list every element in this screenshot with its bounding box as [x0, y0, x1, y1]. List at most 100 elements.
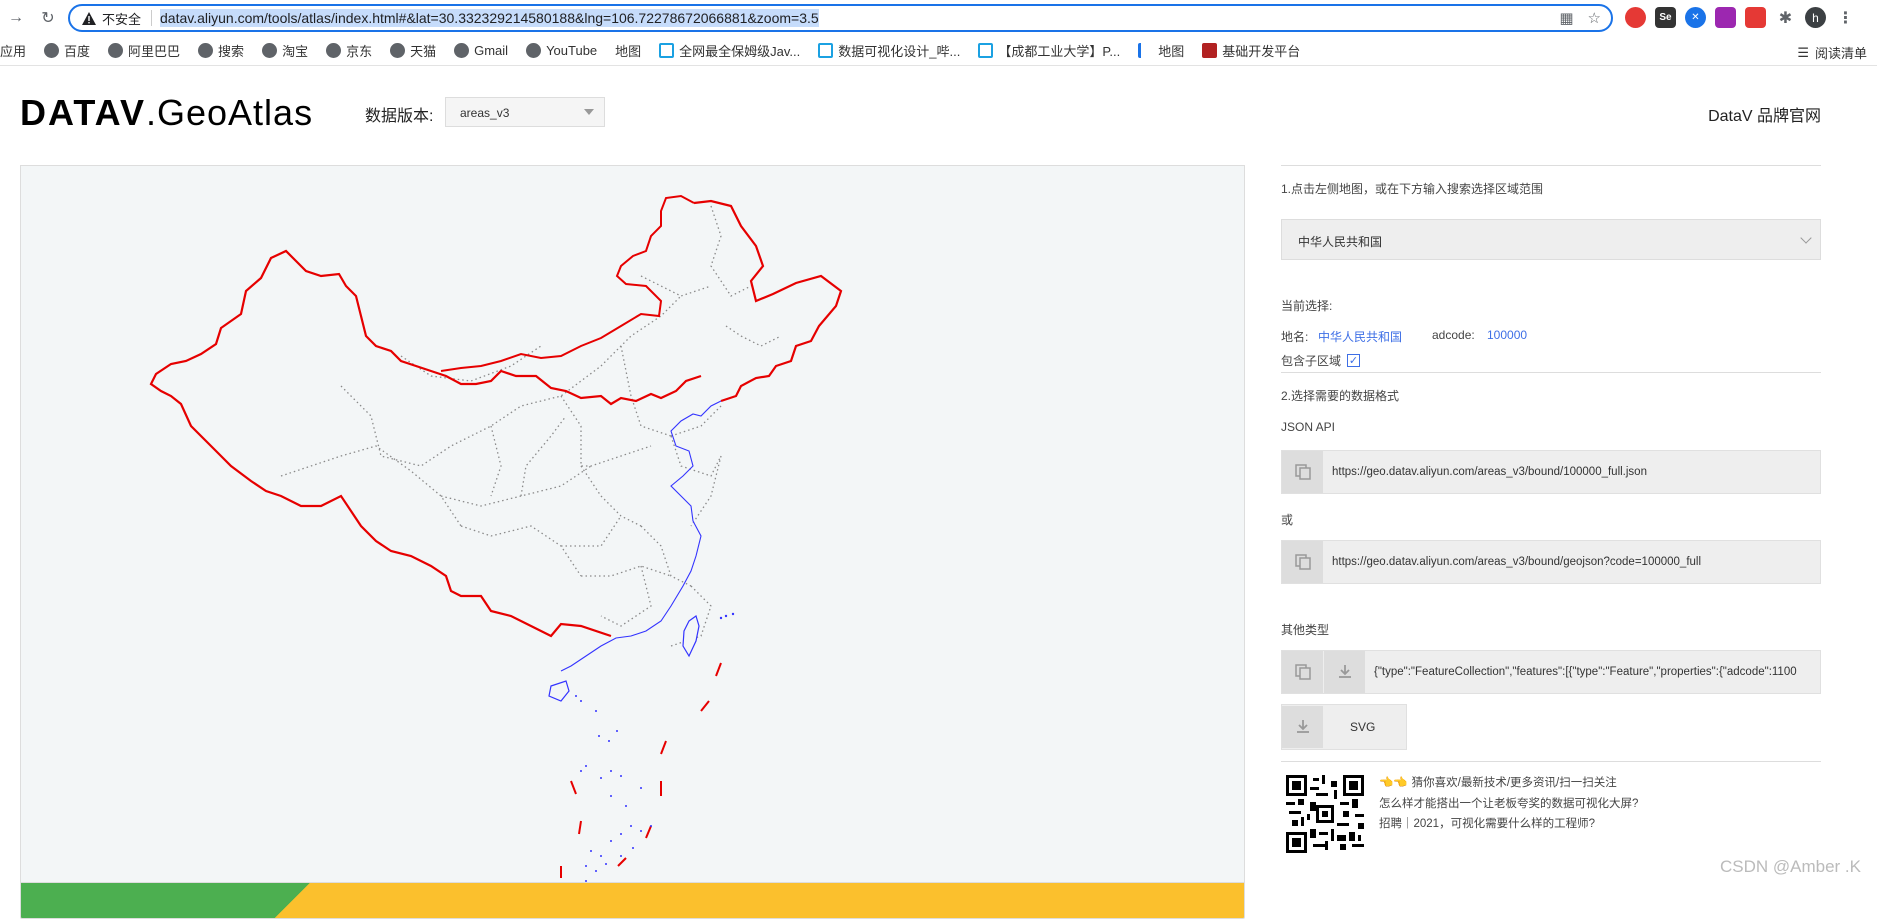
- bookmark-baidu[interactable]: 百度: [44, 41, 90, 60]
- json-api-label: JSON API: [1281, 420, 1335, 434]
- adcode-label: adcode:: [1432, 328, 1475, 342]
- extension-4-icon[interactable]: [1715, 7, 1736, 28]
- watermark: CSDN @Amber .K: [1720, 857, 1861, 877]
- globe-icon: [454, 43, 469, 58]
- reading-list-button[interactable]: ☰ 阅读清单: [1797, 43, 1867, 62]
- bookmark-jd[interactable]: 京东: [326, 41, 372, 60]
- security-indicator[interactable]: 不安全: [82, 9, 141, 28]
- south-sea-islands: [575, 613, 734, 882]
- copy-icon: [1294, 663, 1312, 681]
- geojson-preview[interactable]: {"type":"FeatureCollection","features":[…: [1366, 666, 1797, 678]
- chevron-down-icon: [1800, 232, 1811, 243]
- bookmark-youtube[interactable]: YouTube: [526, 43, 597, 58]
- copy-icon: [1294, 553, 1312, 571]
- other-types-label: 其他类型: [1281, 621, 1329, 638]
- extension-3-icon[interactable]: ✕: [1685, 7, 1706, 28]
- svg-download-button[interactable]: SVG: [1281, 704, 1407, 750]
- api-url-box-1: https://geo.datav.aliyun.com/areas_v3/bo…: [1281, 450, 1821, 494]
- bookmark-taobao[interactable]: 淘宝: [262, 41, 308, 60]
- reading-list-icon: ☰: [1797, 45, 1809, 61]
- national-border-north: [441, 196, 694, 371]
- name-value: 中华人民共和国: [1318, 328, 1402, 345]
- bilibili-icon: [659, 43, 674, 58]
- promo-line-3[interactable]: 招聘｜2021，可视化需要什么样的工程师?: [1379, 815, 1595, 831]
- panel-divider-1: [1281, 372, 1821, 373]
- caret-down-icon: [584, 109, 594, 115]
- include-subregion-checkbox[interactable]: ✓: [1347, 354, 1360, 367]
- svg-label: SVG: [1350, 720, 1375, 734]
- copy-icon: [1294, 463, 1312, 481]
- maritime-boundary: [561, 663, 721, 878]
- bookmark-java[interactable]: 全网最全保姆级Jav...: [659, 41, 800, 60]
- api-url-2[interactable]: https://geo.datav.aliyun.com/areas_v3/bo…: [1324, 556, 1701, 568]
- panel-divider-top: [1281, 165, 1821, 166]
- globe-icon: [198, 43, 213, 58]
- address-bar[interactable]: 不安全 datav.aliyun.com/tools/atlas/index.h…: [68, 4, 1613, 32]
- globe-icon: [326, 43, 341, 58]
- security-label: 不安全: [102, 9, 141, 28]
- bilibili-icon: [818, 43, 833, 58]
- bookmark-alibaba[interactable]: 阿里巴巴: [108, 41, 180, 60]
- current-selection-label: 当前选择:: [1281, 297, 1332, 314]
- include-subregion-row: 包含子区域 ✓: [1281, 352, 1360, 369]
- download-icon: [1294, 718, 1312, 736]
- step1-text: 1.点击左侧地图，或在下方输入搜索选择区域范围: [1281, 180, 1543, 197]
- geojson-box: {"type":"FeatureCollection","features":[…: [1281, 650, 1821, 694]
- pointing-hand-icon: 👈👈: [1379, 775, 1408, 789]
- warning-icon: [82, 12, 96, 25]
- china-map[interactable]: [21, 166, 1245, 883]
- datav-geoatlas-logo[interactable]: DATAV.GeoAtlas: [20, 92, 313, 134]
- download-icon-cell: [1282, 706, 1324, 748]
- forward-icon[interactable]: →: [4, 6, 28, 30]
- profile-avatar[interactable]: h: [1805, 7, 1826, 28]
- api-url-box-2: https://geo.datav.aliyun.com/areas_v3/bo…: [1281, 540, 1821, 584]
- bookmark-apps[interactable]: 应用: [0, 41, 26, 60]
- browser-toolbar: → ↻ 不安全 datav.aliyun.com/tools/atlas/ind…: [0, 0, 1877, 36]
- copy-button[interactable]: [1282, 651, 1324, 693]
- region-select[interactable]: 中华人民共和国: [1281, 219, 1821, 260]
- version-label: 数据版本:: [365, 102, 433, 126]
- bilibili-icon: [978, 43, 993, 58]
- copy-button[interactable]: [1282, 451, 1324, 493]
- globe-icon: [526, 43, 541, 58]
- globe-icon: [108, 43, 123, 58]
- include-subregion-label: 包含子区域: [1281, 352, 1341, 369]
- qr-code-icon[interactable]: ▦: [1559, 9, 1573, 27]
- bookmark-gmail[interactable]: Gmail: [454, 43, 508, 58]
- bookmarks-bar: 应用 百度 阿里巴巴 搜索 淘宝 京东 天猫 Gmail YouTube 地图 …: [0, 36, 1877, 66]
- bookmark-star-icon[interactable]: ☆: [1588, 9, 1601, 27]
- bookmark-dataviz[interactable]: 数据可视化设计_哔...: [818, 41, 960, 60]
- download-icon: [1336, 663, 1354, 681]
- bookmark-search[interactable]: 搜索: [198, 41, 244, 60]
- download-button[interactable]: [1324, 651, 1366, 693]
- extension-1-icon[interactable]: [1625, 7, 1646, 28]
- bookmark-platform[interactable]: 基础开发平台: [1202, 41, 1300, 60]
- promo-line-2[interactable]: 怎么样才能搭出一个让老板夸奖的数据可视化大屏?: [1379, 795, 1638, 811]
- brand-site-link[interactable]: DataV 品牌官网: [1708, 102, 1821, 126]
- map-canvas[interactable]: [20, 165, 1245, 883]
- or-label: 或: [1281, 511, 1293, 528]
- puzzle-icon[interactable]: ✱: [1775, 7, 1796, 28]
- menu-icon[interactable]: ⋮: [1835, 7, 1856, 28]
- url-text[interactable]: datav.aliyun.com/tools/atlas/index.html#…: [160, 9, 819, 27]
- panel-divider-2: [1281, 761, 1821, 762]
- copy-button[interactable]: [1282, 541, 1324, 583]
- bookmark-university[interactable]: 【成都工业大学】P...: [978, 41, 1120, 60]
- extension-5-icon[interactable]: [1745, 7, 1766, 28]
- promo-line-1[interactable]: 👈👈 猜你喜欢/最新技术/更多资讯/扫一扫关注: [1379, 774, 1617, 790]
- name-label: 地名:: [1281, 328, 1308, 345]
- globe-icon: [262, 43, 277, 58]
- reload-icon[interactable]: ↻: [36, 6, 60, 30]
- selenium-extension-icon[interactable]: Se: [1655, 7, 1676, 28]
- adcode-value: 100000: [1487, 328, 1527, 342]
- api-url-1[interactable]: https://geo.datav.aliyun.com/areas_v3/bo…: [1324, 466, 1647, 478]
- hainan-island: [549, 681, 569, 701]
- version-select[interactable]: areas_v3: [445, 97, 605, 127]
- bookmark-tmall[interactable]: 天猫: [390, 41, 436, 60]
- step2-text: 2.选择需要的数据格式: [1281, 387, 1399, 404]
- bookmark-map[interactable]: 地图: [615, 41, 641, 60]
- taiwan-island: [683, 616, 699, 656]
- qr-code-image: [1286, 775, 1364, 853]
- bookmark-map-2[interactable]: 地图: [1138, 41, 1184, 60]
- chart-icon: [1138, 43, 1153, 58]
